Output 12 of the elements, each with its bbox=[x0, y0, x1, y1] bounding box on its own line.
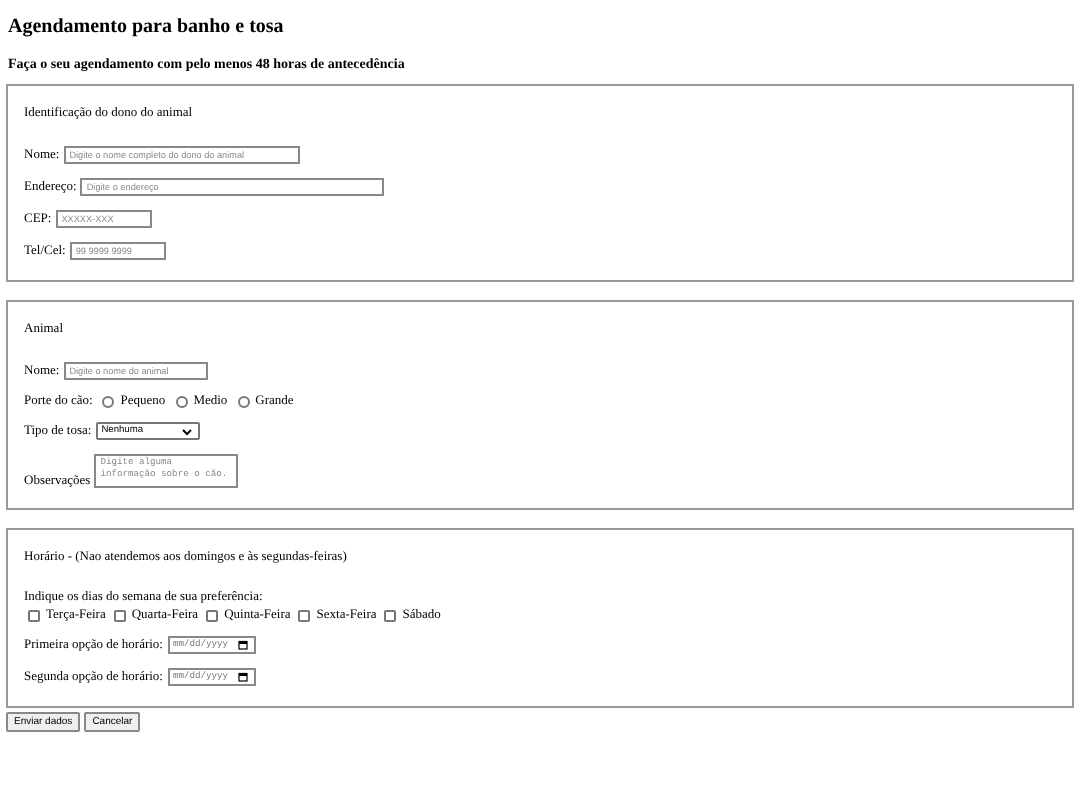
checkbox[interactable] bbox=[298, 609, 311, 621]
checkbox[interactable] bbox=[384, 609, 397, 621]
radio-button[interactable] bbox=[237, 395, 250, 407]
chevron-down-icon bbox=[181, 427, 192, 435]
radio-button[interactable] bbox=[102, 395, 115, 407]
calendar-icon bbox=[238, 640, 249, 650]
checkbox[interactable] bbox=[28, 609, 40, 621]
radio-button[interactable] bbox=[175, 395, 188, 407]
page-title: Agendamento para banho e tosa bbox=[8, 16, 286, 38]
checkbox[interactable] bbox=[206, 609, 219, 621]
calendar-icon bbox=[238, 672, 249, 682]
checkbox[interactable] bbox=[113, 609, 126, 621]
